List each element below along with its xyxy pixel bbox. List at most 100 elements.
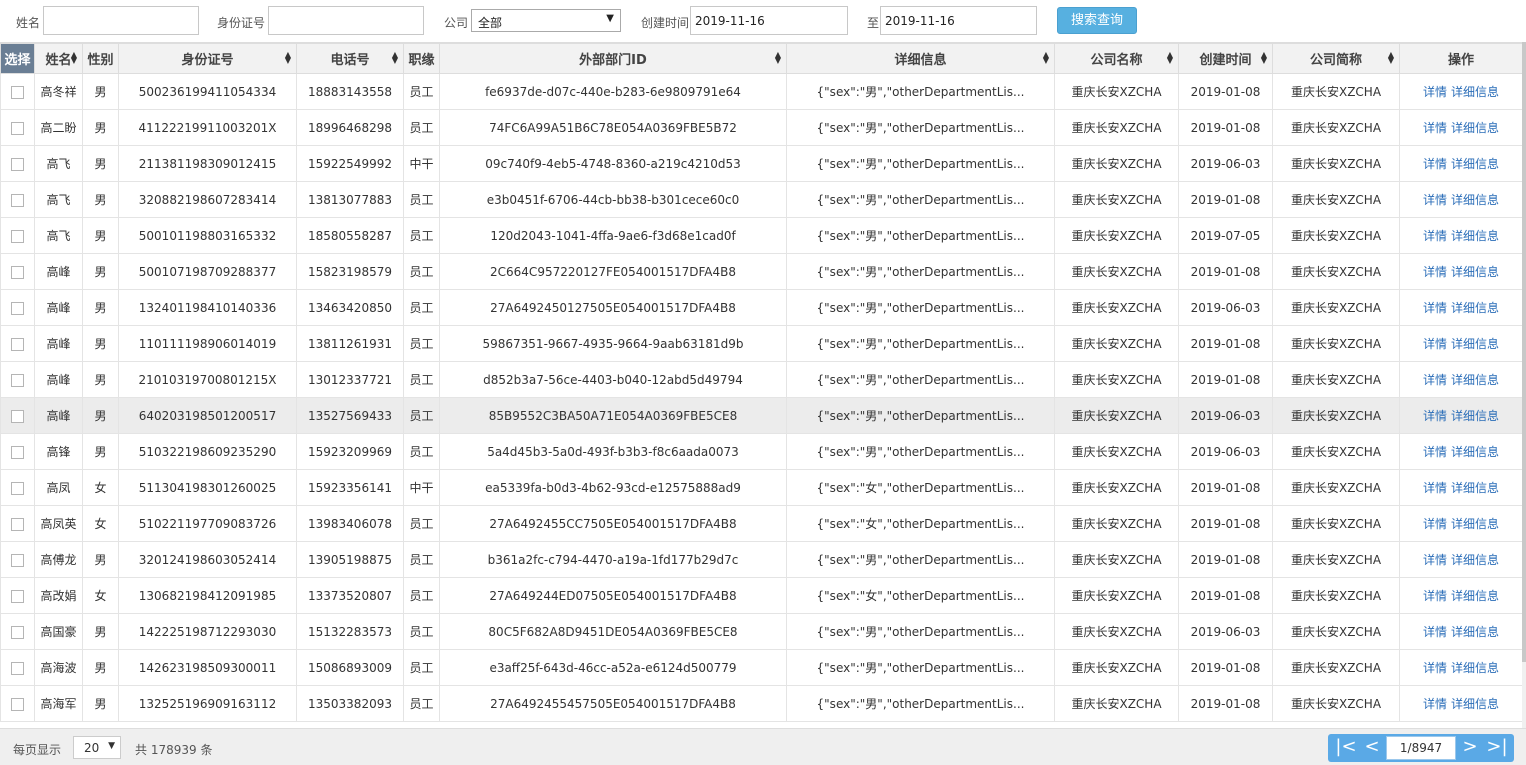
company-select[interactable]: 全部 ▼ (471, 9, 621, 32)
view-link[interactable]: 详情 (1423, 517, 1447, 531)
detail-info-link[interactable]: 详细信息 (1451, 589, 1499, 603)
detail-info-link[interactable]: 详细信息 (1451, 229, 1499, 243)
view-link[interactable]: 详情 (1423, 445, 1447, 459)
first-page-icon[interactable]: |< (1332, 734, 1360, 762)
view-link[interactable]: 详情 (1423, 85, 1447, 99)
table-row[interactable]: 高飞男 320882198607283414 13813077883 员工 e3b045… (0, 181, 1522, 218)
table-row[interactable]: 高飞男 211381198309012415 15922549992 中干 09c740… (0, 145, 1522, 182)
row-checkbox[interactable] (11, 301, 24, 315)
scrollbar-thumb[interactable] (1522, 42, 1526, 662)
row-checkbox[interactable] (11, 625, 24, 639)
view-link[interactable]: 详情 (1423, 625, 1447, 639)
detail-info-link[interactable]: 详细信息 (1451, 697, 1499, 711)
row-checkbox[interactable] (11, 157, 24, 171)
column-header[interactable]: 身份证号 ▲ ▼ (118, 43, 297, 74)
last-page-icon[interactable]: >| (1483, 734, 1511, 762)
view-link[interactable]: 详情 (1423, 661, 1447, 675)
table-row[interactable]: 高峰男 640203198501200517 13527569433 员工 85B955… (0, 397, 1522, 434)
view-link[interactable]: 详情 (1423, 229, 1447, 243)
table-row[interactable]: 高傅龙男 320124198603052414 13905198875 员工 b361a… (0, 541, 1522, 578)
table-row[interactable]: 高峰男 500107198709288377 15823198579 员工 2C664C… (0, 253, 1522, 290)
sort-icon[interactable]: ▲ ▼ (392, 51, 398, 65)
detail-info-link[interactable]: 详细信息 (1451, 661, 1499, 675)
sort-icon[interactable]: ▲ ▼ (71, 51, 77, 65)
view-link[interactable]: 详情 (1423, 157, 1447, 171)
view-link[interactable]: 详情 (1423, 373, 1447, 387)
per-page-select[interactable]: 20 ▼ (73, 736, 121, 759)
view-link[interactable]: 详情 (1423, 697, 1447, 711)
table-row[interactable]: 高峰男 132401198410140336 13463420850 员工 27A649… (0, 289, 1522, 326)
row-checkbox[interactable] (11, 445, 24, 459)
view-link[interactable]: 详情 (1423, 121, 1447, 135)
view-link[interactable]: 详情 (1423, 193, 1447, 207)
table-row[interactable]: 高锋男 510322198609235290 15923209969 员工 5a4d45… (0, 433, 1522, 470)
page-input[interactable]: 1/8947 (1386, 736, 1456, 760)
row-checkbox[interactable] (11, 697, 24, 711)
next-page-icon[interactable]: > (1456, 734, 1484, 762)
sort-icon[interactable]: ▲ ▼ (775, 51, 781, 65)
row-checkbox[interactable] (11, 481, 24, 495)
row-checkbox[interactable] (11, 265, 24, 279)
prev-page-icon[interactable]: < (1358, 734, 1386, 762)
table-row[interactable]: 高海波男 142623198509300011 15086893009 员工 e3aff… (0, 649, 1522, 686)
detail-info-link[interactable]: 详细信息 (1451, 409, 1499, 423)
row-checkbox[interactable] (11, 85, 24, 99)
search-button[interactable]: 搜索查询 (1057, 7, 1137, 34)
column-header[interactable]: 详细信息 ▲ ▼ (786, 43, 1055, 74)
table-row[interactable]: 高冬祥男 500236199411054334 18883143558 员工 fe693… (0, 73, 1522, 110)
row-checkbox[interactable] (11, 517, 24, 531)
sort-icon[interactable]: ▲ ▼ (1043, 51, 1049, 65)
view-link[interactable]: 详情 (1423, 301, 1447, 315)
detail-info-link[interactable]: 详细信息 (1451, 553, 1499, 567)
table-row[interactable]: 高飞男 500101198803165332 18580558287 员工 120d20… (0, 217, 1522, 254)
view-link[interactable]: 详情 (1423, 481, 1447, 495)
table-row[interactable]: 高海军男 132525196909163112 13503382093 员工 27A64… (0, 685, 1522, 722)
table-row[interactable]: 高改娟女 130682198412091985 13373520807 员工 27A64… (0, 577, 1522, 614)
sort-icon[interactable]: ▲ ▼ (285, 51, 291, 65)
detail-info-link[interactable]: 详细信息 (1451, 517, 1499, 531)
name-input[interactable] (43, 6, 199, 35)
row-checkbox[interactable] (11, 661, 24, 675)
view-link[interactable]: 详情 (1423, 337, 1447, 351)
detail-info-link[interactable]: 详细信息 (1451, 337, 1499, 351)
row-checkbox[interactable] (11, 121, 24, 135)
id-number-input[interactable] (268, 6, 424, 35)
row-checkbox[interactable] (11, 373, 24, 387)
row-checkbox[interactable] (11, 553, 24, 567)
detail-info-link[interactable]: 详细信息 (1451, 373, 1499, 387)
detail-info-link[interactable]: 详细信息 (1451, 121, 1499, 135)
view-link[interactable]: 详情 (1423, 553, 1447, 567)
detail-info-link[interactable]: 详细信息 (1451, 193, 1499, 207)
column-header[interactable]: 创建时间 ▲ ▼ (1178, 43, 1273, 74)
detail-info-link[interactable]: 详细信息 (1451, 85, 1499, 99)
detail-info-link[interactable]: 详细信息 (1451, 481, 1499, 495)
sort-icon[interactable]: ▲ ▼ (1261, 51, 1267, 65)
table-row[interactable]: 高凤英女 510221197709083726 13983406078 员工 27A64… (0, 505, 1522, 542)
row-checkbox[interactable] (11, 229, 24, 243)
detail-info-link[interactable]: 详细信息 (1451, 265, 1499, 279)
row-checkbox[interactable] (11, 409, 24, 423)
sort-icon[interactable]: ▲ ▼ (1388, 51, 1394, 65)
detail-info-link[interactable]: 详细信息 (1451, 625, 1499, 639)
table-row[interactable]: 高二盼男 41122219911003201X 18996468298 员工 74FC6… (0, 109, 1522, 146)
view-link[interactable]: 详情 (1423, 589, 1447, 603)
sort-icon[interactable]: ▲ ▼ (1167, 51, 1173, 65)
row-checkbox[interactable] (11, 337, 24, 351)
row-checkbox[interactable] (11, 589, 24, 603)
column-header[interactable]: 外部部门ID ▲ ▼ (439, 43, 787, 74)
column-header[interactable]: 电话号 ▲ ▼ (296, 43, 404, 74)
table-row[interactable]: 高峰男 21010319700801215X 13012337721 员工 d852b3… (0, 361, 1522, 398)
detail-info-link[interactable]: 详细信息 (1451, 301, 1499, 315)
table-row[interactable]: 高国豪男 142225198712293030 15132283573 员工 80C5F… (0, 613, 1522, 650)
vertical-scrollbar[interactable] (1522, 42, 1526, 728)
created-to-input[interactable] (880, 6, 1037, 35)
table-row[interactable]: 高峰男 110111198906014019 13811261931 员工 598673… (0, 325, 1522, 362)
column-header[interactable]: 姓名 ▲ ▼ (34, 43, 83, 74)
row-checkbox[interactable] (11, 193, 24, 207)
detail-info-link[interactable]: 详细信息 (1451, 157, 1499, 171)
created-from-input[interactable] (690, 6, 848, 35)
column-header[interactable]: 公司简称 ▲ ▼ (1272, 43, 1400, 74)
detail-info-link[interactable]: 详细信息 (1451, 445, 1499, 459)
view-link[interactable]: 详情 (1423, 265, 1447, 279)
view-link[interactable]: 详情 (1423, 409, 1447, 423)
